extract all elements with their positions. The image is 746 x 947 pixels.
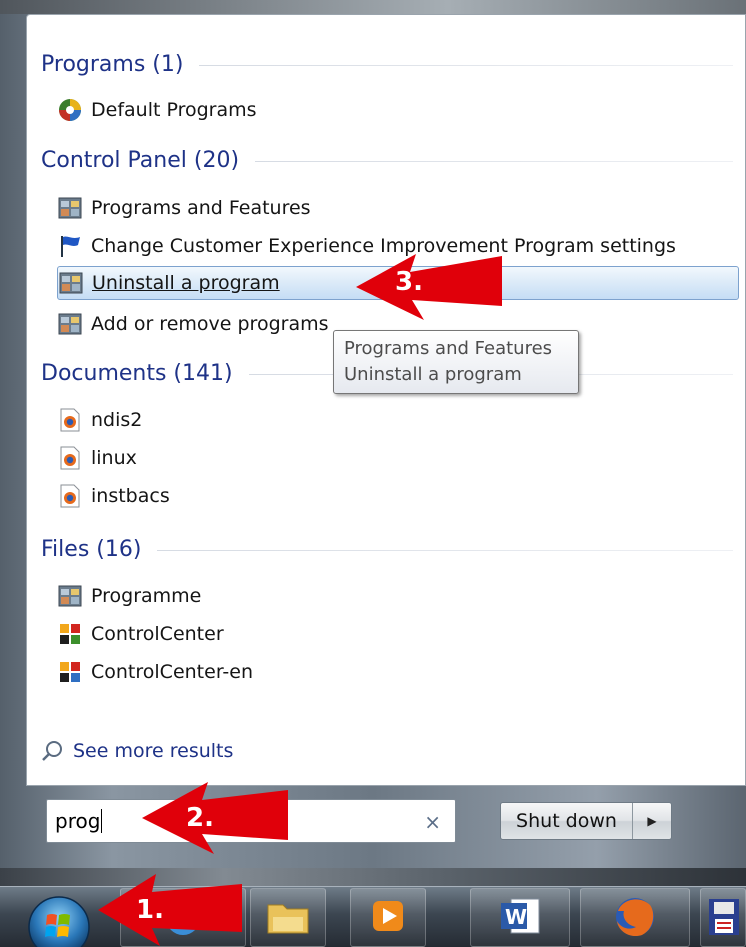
firefox-document-icon xyxy=(57,445,83,471)
result-label: ControlCenter xyxy=(91,623,224,645)
taskbar-media-player-button[interactable] xyxy=(350,888,426,947)
see-more-label: See more results xyxy=(73,740,234,762)
taskbar-firefox-button[interactable] xyxy=(580,888,690,947)
taskbar-save-button[interactable] xyxy=(700,888,746,947)
tooltip: Programs and Features Uninstall a progra… xyxy=(333,330,579,394)
result-document-linux[interactable]: linux xyxy=(57,441,137,475)
result-label: Uninstall a program xyxy=(92,272,280,294)
shutdown-button-group: Shut down ▶ xyxy=(500,802,672,840)
svg-text:W: W xyxy=(505,905,527,929)
word-icon: W xyxy=(497,893,543,943)
result-default-programs[interactable]: Default Programs xyxy=(57,93,257,127)
search-results-panel: Programs (1) Default Programs Control Pa… xyxy=(26,14,746,786)
result-file-controlcenter[interactable]: ControlCenter xyxy=(57,617,224,651)
taskbar-explorer-button[interactable] xyxy=(250,888,326,947)
shutdown-button[interactable]: Shut down xyxy=(501,803,633,839)
save-floppy-icon xyxy=(703,893,743,943)
firefox-icon xyxy=(610,891,660,945)
result-file-programme[interactable]: Programme xyxy=(57,579,201,613)
search-icon xyxy=(41,740,63,762)
result-document-instbacs[interactable]: instbacs xyxy=(57,479,170,513)
result-label: instbacs xyxy=(91,485,170,507)
step1-arrow-icon xyxy=(98,874,242,946)
control-panel-icon xyxy=(57,195,83,221)
step2-arrow-icon xyxy=(142,782,288,854)
tooltip-line: Uninstall a program xyxy=(344,364,522,385)
default-programs-icon xyxy=(57,97,83,123)
section-control-panel: Control Panel (20) xyxy=(41,145,733,175)
result-label: ndis2 xyxy=(91,409,143,431)
search-input-value: prog xyxy=(55,809,101,833)
start-button[interactable] xyxy=(22,893,96,947)
section-title: Files (16) xyxy=(41,536,142,562)
control-panel-icon xyxy=(57,311,83,337)
section-title: Programs (1) xyxy=(41,51,184,77)
text-caret xyxy=(101,809,103,833)
shutdown-options-arrow-icon[interactable]: ▶ xyxy=(633,803,671,839)
result-label: Add or remove programs xyxy=(91,313,329,335)
result-label: ControlCenter-en xyxy=(91,661,254,683)
section-programs: Programs (1) xyxy=(41,49,733,79)
clear-search-icon[interactable]: × xyxy=(424,810,441,834)
window-edge xyxy=(0,0,746,14)
media-player-icon xyxy=(367,895,409,941)
result-label: linux xyxy=(91,447,137,469)
section-divider xyxy=(157,550,733,551)
section-divider xyxy=(255,161,733,162)
tooltip-line: Programs and Features xyxy=(344,338,553,359)
control-panel-icon xyxy=(57,583,83,609)
result-file-controlcenter-en[interactable]: ControlCenter-en xyxy=(57,655,253,689)
section-divider xyxy=(199,65,733,66)
section-files: Files (16) xyxy=(41,534,733,564)
section-title: Control Panel (20) xyxy=(41,147,240,173)
control-panel-icon xyxy=(58,270,84,296)
see-more-results-link[interactable]: See more results xyxy=(41,736,233,766)
step1-label: 1. xyxy=(136,895,164,925)
step2-label: 2. xyxy=(186,803,214,833)
control-center-icon xyxy=(57,659,83,685)
step3-label: 3. xyxy=(395,267,423,297)
taskbar-word-button[interactable]: W xyxy=(470,888,570,947)
result-label: Programme xyxy=(91,585,202,607)
firefox-document-icon xyxy=(57,483,83,509)
section-title: Documents (141) xyxy=(41,360,233,386)
result-document-ndis2[interactable]: ndis2 xyxy=(57,403,142,437)
result-label: Default Programs xyxy=(91,99,257,121)
blue-flag-icon xyxy=(57,233,83,259)
result-programs-and-features[interactable]: Programs and Features xyxy=(57,191,311,225)
control-center-icon xyxy=(57,621,83,647)
result-add-or-remove-programs[interactable]: Add or remove programs xyxy=(57,307,329,341)
result-label: Programs and Features xyxy=(91,197,311,219)
file-explorer-icon xyxy=(265,893,311,943)
firefox-document-icon xyxy=(57,407,83,433)
step3-arrow-icon xyxy=(356,254,502,320)
